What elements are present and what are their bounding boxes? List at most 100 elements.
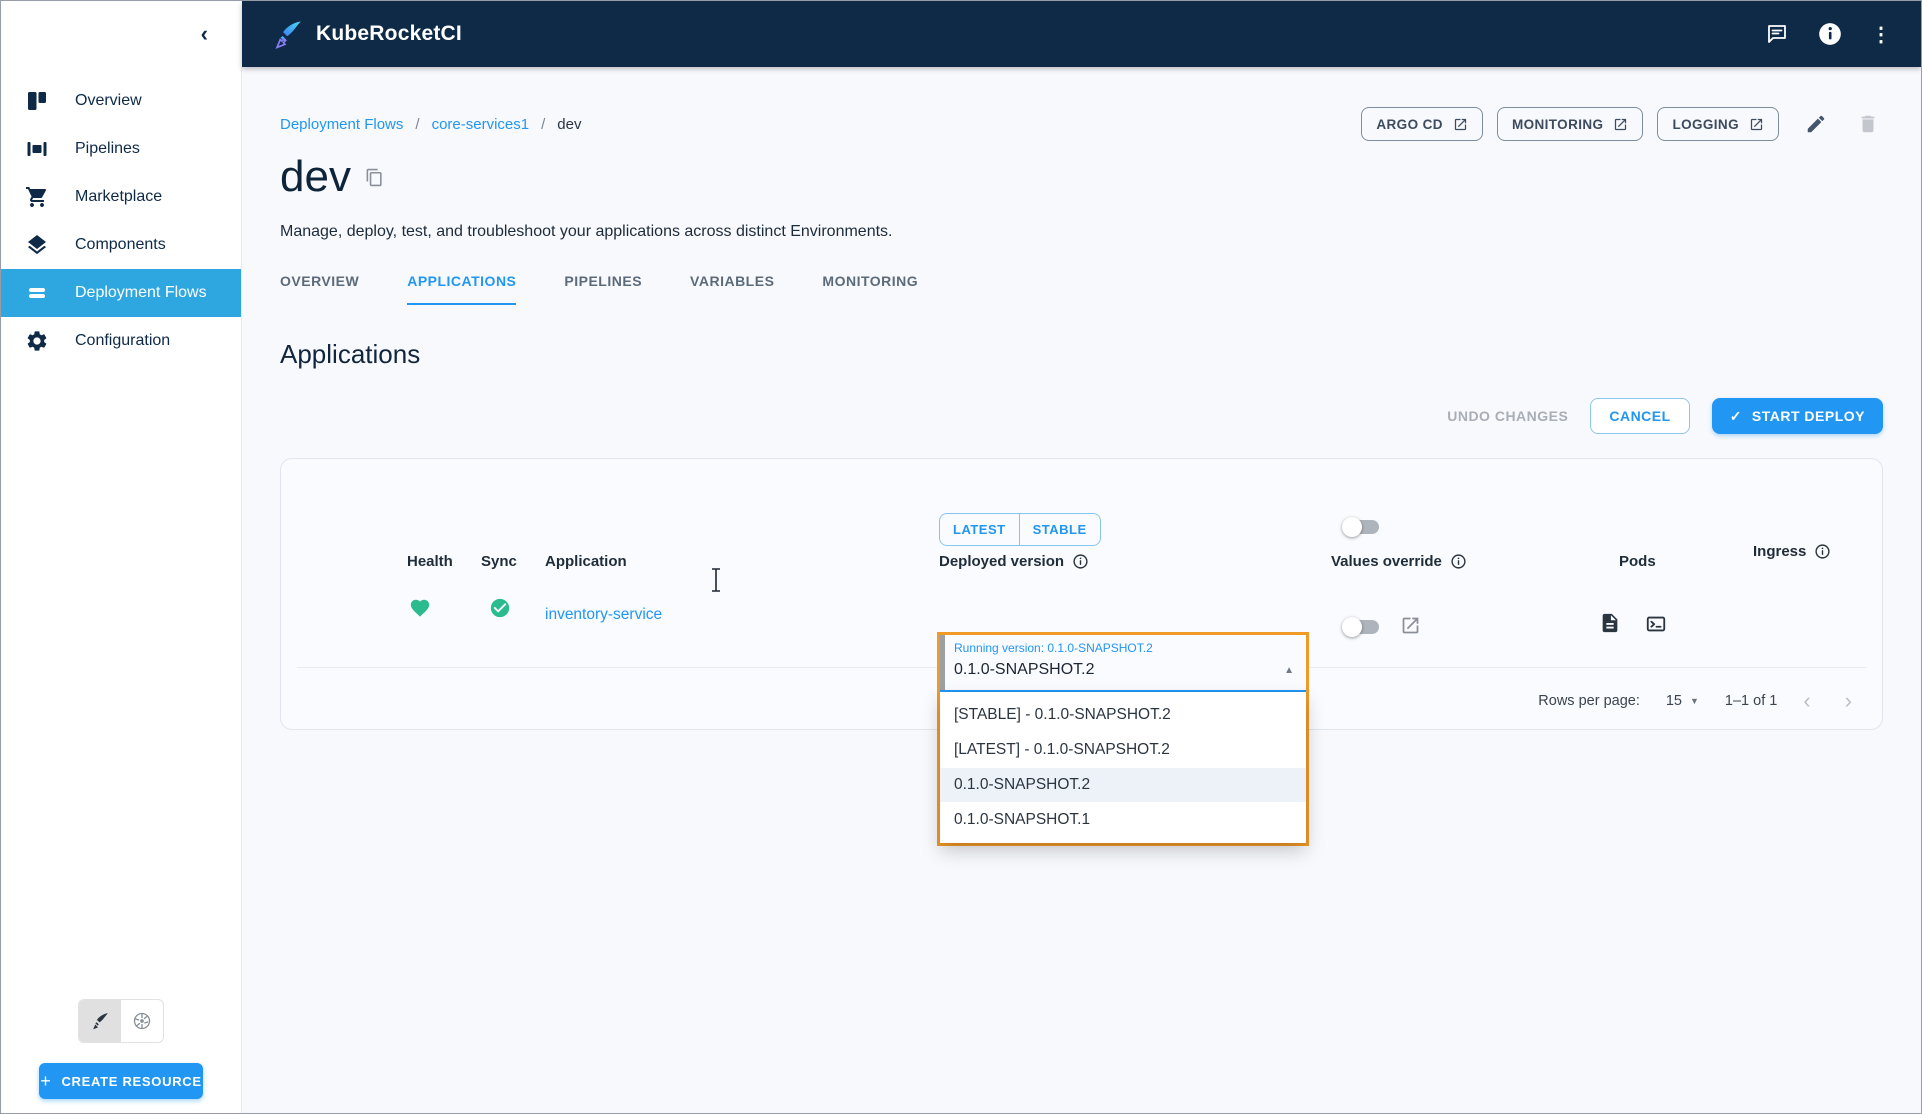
- layers-icon: [25, 233, 49, 257]
- section-title: Applications: [280, 339, 1883, 370]
- sidebar-item-configuration[interactable]: Configuration: [1, 317, 241, 365]
- pipelines-icon: [25, 137, 49, 161]
- application-link[interactable]: inventory-service: [545, 606, 662, 624]
- info-outline-icon[interactable]: [1072, 553, 1089, 570]
- menu-option-snapshot2[interactable]: 0.1.0-SNAPSHOT.2: [940, 768, 1306, 803]
- sidebar-item-label: Components: [75, 236, 166, 254]
- running-version-label: Running version: 0.1.0-SNAPSHOT.2: [954, 641, 1153, 655]
- page-title: dev: [280, 153, 351, 201]
- sidebar-header: ‹: [1, 1, 242, 67]
- text-cursor: [710, 567, 722, 593]
- selected-version-value: 0.1.0-SNAPSHOT.2: [954, 661, 1095, 679]
- logging-button[interactable]: LOGGING: [1657, 107, 1779, 141]
- monitoring-button[interactable]: MONITORING: [1497, 107, 1644, 141]
- column-header-health: Health: [407, 553, 453, 570]
- breadcrumb-separator: /: [541, 116, 545, 133]
- more-menu-icon[interactable]: ⋮: [1871, 22, 1891, 47]
- sidebar-item-label: Overview: [75, 92, 142, 110]
- latest-filter-button[interactable]: LATEST: [940, 514, 1019, 545]
- sidebar-item-components[interactable]: Components: [1, 221, 241, 269]
- breadcrumb: Deployment Flows / core-services1 / dev: [280, 116, 581, 133]
- column-header-ingress: Ingress: [1753, 543, 1831, 560]
- sidebar: Overview Pipelines Marketplace: [1, 67, 242, 1113]
- tab-pipelines[interactable]: PIPELINES: [564, 273, 642, 305]
- tab-variables[interactable]: VARIABLES: [690, 273, 774, 305]
- breadcrumb-core-services1[interactable]: core-services1: [432, 116, 530, 133]
- top-bar: ‹ KubeRocketCI: [1, 1, 1921, 67]
- undo-changes-button[interactable]: UNDO CHANGES: [1447, 408, 1568, 424]
- app-bar: KubeRocketCI ⋮: [242, 1, 1921, 67]
- view-mode-toggle: [78, 999, 164, 1043]
- external-link-icon: [1749, 117, 1764, 132]
- breadcrumb-current: dev: [557, 116, 581, 133]
- sidebar-item-deployment-flows[interactable]: Deployment Flows: [1, 269, 241, 317]
- sidebar-item-label: Configuration: [75, 332, 170, 350]
- caret-down-icon: ▼: [1690, 696, 1699, 706]
- gear-icon: [25, 329, 49, 353]
- tab-monitoring[interactable]: MONITORING: [822, 273, 918, 305]
- info-outline-icon[interactable]: [1814, 543, 1831, 560]
- health-heart-icon: [409, 597, 431, 619]
- cancel-button[interactable]: CANCEL: [1590, 398, 1689, 434]
- stable-filter-button[interactable]: STABLE: [1019, 514, 1100, 545]
- caret-up-icon: ▲: [1284, 665, 1294, 676]
- rows-per-page-select[interactable]: 15 ▼: [1666, 693, 1699, 709]
- page-subtitle: Manage, deploy, test, and troubleshoot y…: [280, 223, 1883, 241]
- create-resource-button[interactable]: + CREATE RESOURCE: [39, 1063, 203, 1099]
- deployed-version-select[interactable]: Running version: 0.1.0-SNAPSHOT.2 0.1.0-…: [940, 635, 1306, 692]
- sidebar-item-label: Deployment Flows: [75, 284, 207, 302]
- sidebar-item-label: Marketplace: [75, 188, 162, 206]
- tabs: OVERVIEW APPLICATIONS PIPELINES VARIABLE…: [280, 273, 1883, 305]
- values-override-switch[interactable]: [1345, 620, 1379, 634]
- pod-terminal-icon[interactable]: [1645, 613, 1667, 635]
- delete-button[interactable]: [1853, 109, 1883, 139]
- app-window: ‹ KubeRocketCI: [0, 0, 1922, 1114]
- breadcrumb-separator: /: [415, 116, 419, 133]
- pagination: Rows per page: 15 ▼ 1–1 of 1 ‹ ›: [1538, 681, 1852, 721]
- deployment-flows-icon: [25, 281, 49, 305]
- app-title: KubeRocketCI: [316, 22, 462, 46]
- menu-option-latest[interactable]: [LATEST] - 0.1.0-SNAPSHOT.2: [940, 733, 1306, 768]
- check-icon: ✓: [1730, 408, 1742, 425]
- sidebar-item-marketplace[interactable]: Marketplace: [1, 173, 241, 221]
- sidebar-item-overview[interactable]: Overview: [1, 77, 241, 125]
- app-logo: KubeRocketCI: [272, 18, 462, 50]
- menu-option-snapshot1[interactable]: 0.1.0-SNAPSHOT.1: [940, 802, 1306, 837]
- pod-logs-icon[interactable]: [1599, 612, 1621, 634]
- bulk-values-override-switch[interactable]: [1345, 520, 1379, 534]
- sidebar-item-label: Pipelines: [75, 140, 140, 158]
- rows-per-page-label: Rows per page:: [1538, 693, 1640, 709]
- collapse-sidebar-icon[interactable]: ‹: [201, 23, 208, 45]
- breadcrumb-deployment-flows[interactable]: Deployment Flows: [280, 116, 403, 133]
- open-values-external-icon[interactable]: [1400, 615, 1421, 636]
- main-content: Deployment Flows / core-services1 / dev …: [242, 67, 1921, 1113]
- tab-applications[interactable]: APPLICATIONS: [407, 273, 516, 305]
- next-page-button[interactable]: ›: [1845, 690, 1852, 712]
- kubernetes-view-button[interactable]: [121, 1000, 163, 1042]
- cart-icon: [25, 185, 49, 209]
- select-grip: [940, 635, 945, 690]
- pagination-range: 1–1 of 1: [1725, 693, 1777, 709]
- column-header-pods: Pods: [1619, 553, 1656, 570]
- sidebar-item-pipelines[interactable]: Pipelines: [1, 125, 241, 173]
- version-filter-group: LATEST STABLE: [939, 513, 1101, 546]
- trash-icon: [1857, 113, 1879, 135]
- info-icon[interactable]: [1817, 21, 1843, 47]
- column-header-application: Application: [545, 553, 627, 570]
- argo-cd-button[interactable]: ARGO CD: [1361, 107, 1483, 141]
- version-dropdown-menu: [STABLE] - 0.1.0-SNAPSHOT.2 [LATEST] - 0…: [940, 692, 1306, 843]
- version-select-highlight: Running version: 0.1.0-SNAPSHOT.2 0.1.0-…: [937, 632, 1309, 846]
- column-header-values-override: Values override: [1331, 553, 1467, 570]
- tab-overview[interactable]: OVERVIEW: [280, 273, 359, 305]
- pencil-icon: [1805, 113, 1827, 135]
- rocket-logo-icon: [272, 18, 304, 50]
- edit-button[interactable]: [1801, 109, 1831, 139]
- start-deploy-button[interactable]: ✓ START DEPLOY: [1712, 398, 1883, 434]
- copy-icon[interactable]: [365, 168, 384, 187]
- kuberocketci-view-button[interactable]: [79, 1000, 121, 1042]
- feedback-icon[interactable]: [1765, 22, 1789, 46]
- external-link-icon: [1453, 117, 1468, 132]
- menu-option-stable[interactable]: [STABLE] - 0.1.0-SNAPSHOT.2: [940, 698, 1306, 733]
- previous-page-button[interactable]: ‹: [1803, 690, 1810, 712]
- info-outline-icon[interactable]: [1450, 553, 1467, 570]
